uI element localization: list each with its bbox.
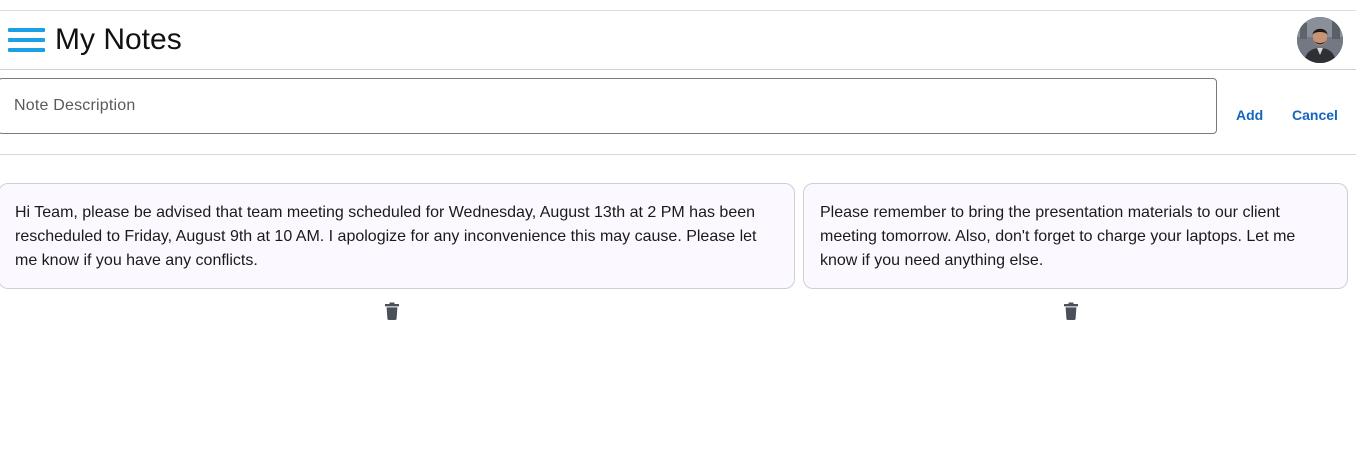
avatar-image (1297, 17, 1343, 63)
add-button[interactable]: Add (1236, 105, 1263, 125)
cancel-button[interactable]: Cancel (1292, 105, 1338, 125)
note-card: Please remember to bring the presentatio… (803, 183, 1348, 289)
note-description-field[interactable] (0, 78, 1217, 134)
menu-bar (8, 48, 45, 52)
notes-page: My Notes Add Cancel Hi Team, please be a… (0, 0, 1356, 458)
header-divider (0, 69, 1356, 70)
hamburger-menu-icon[interactable] (8, 28, 45, 54)
note-card: Hi Team, please be advised that team mee… (0, 183, 795, 289)
user-avatar[interactable] (1297, 17, 1343, 63)
section-divider (0, 154, 1356, 155)
trash-icon[interactable] (1063, 302, 1079, 320)
app-header: My Notes (0, 11, 1356, 69)
menu-bar (8, 28, 45, 32)
page-title: My Notes (55, 23, 182, 56)
note-text: Hi Team, please be advised that team mee… (15, 204, 757, 269)
note-text: Please remember to bring the presentatio… (820, 204, 1296, 269)
menu-bar (8, 38, 45, 42)
trash-icon[interactable] (384, 302, 400, 320)
note-description-input[interactable] (14, 79, 1204, 133)
